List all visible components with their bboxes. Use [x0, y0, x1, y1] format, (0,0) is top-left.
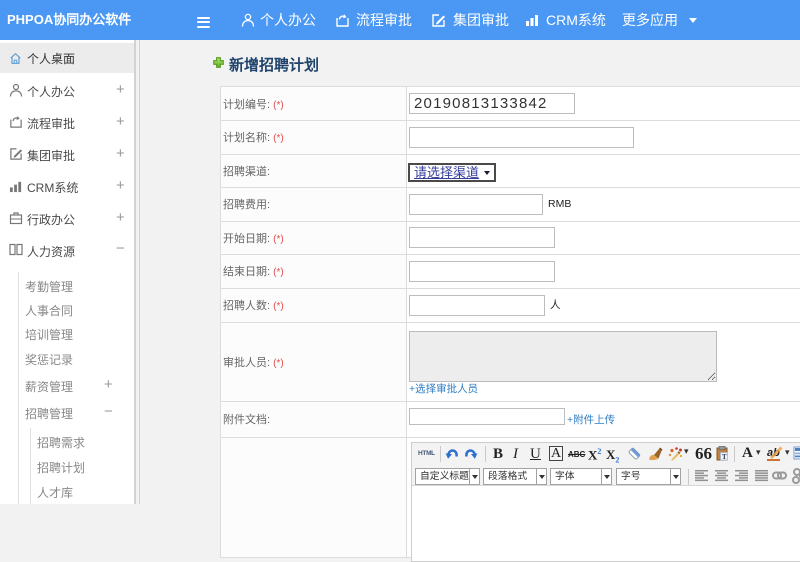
svg-text:T: T	[722, 453, 727, 461]
